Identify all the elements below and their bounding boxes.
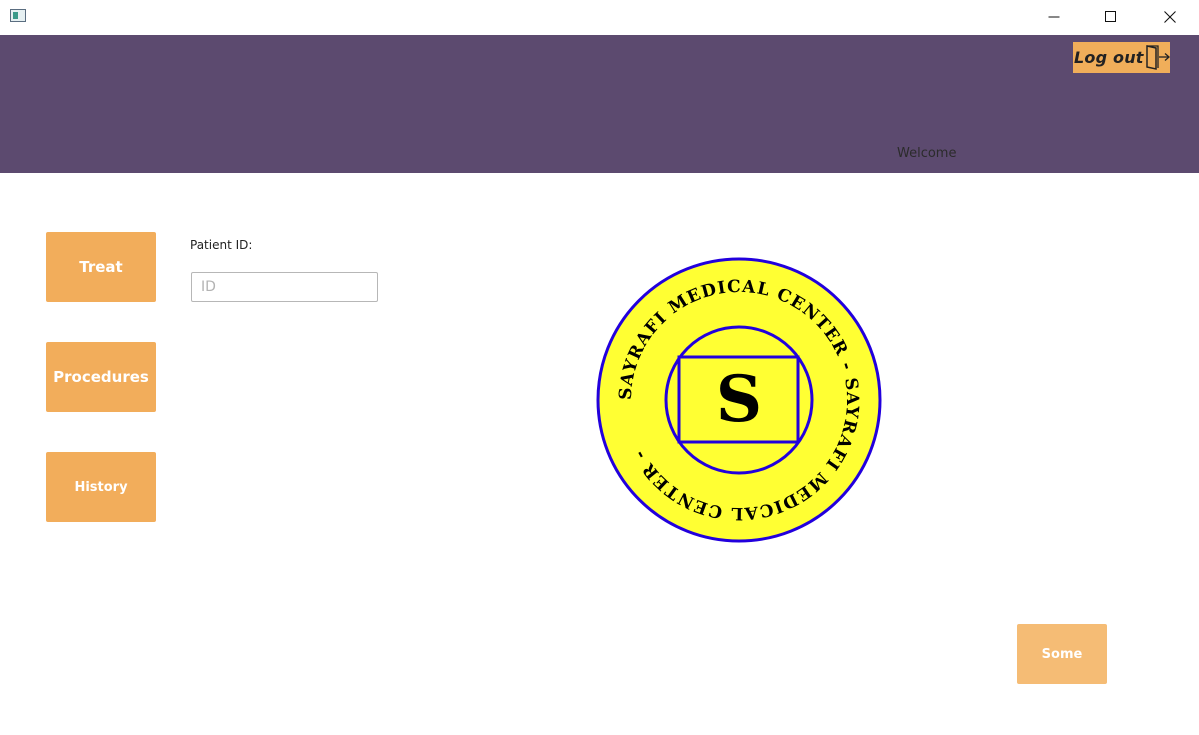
some-button[interactable]: Some [1017, 624, 1107, 684]
maximize-button[interactable] [1088, 0, 1134, 34]
close-button[interactable] [1147, 0, 1193, 34]
sayrafi-medical-center-logo: SAYRAFI MEDICAL CENTER - SAYRAFI MEDICAL… [596, 257, 882, 543]
minimize-icon [1048, 16, 1060, 18]
application-icon [10, 9, 26, 22]
logo-monogram: S [716, 362, 762, 437]
treat-button[interactable]: Treat [46, 232, 156, 302]
logout-label: Log out [1074, 48, 1144, 67]
patient-id-label: Patient ID: [190, 238, 253, 252]
logout-button[interactable]: Log out [1073, 42, 1170, 73]
procedures-button[interactable]: Procedures [46, 342, 156, 412]
minimize-button[interactable] [1031, 0, 1077, 34]
exit-door-icon [1146, 45, 1170, 70]
app-header: Welcome [0, 35, 1199, 173]
window-titlebar [0, 0, 1199, 34]
patient-id-input[interactable] [191, 272, 378, 302]
close-icon [1164, 11, 1176, 23]
history-button[interactable]: History [46, 452, 156, 522]
welcome-text: Welcome [897, 146, 957, 161]
maximize-icon [1105, 11, 1116, 22]
